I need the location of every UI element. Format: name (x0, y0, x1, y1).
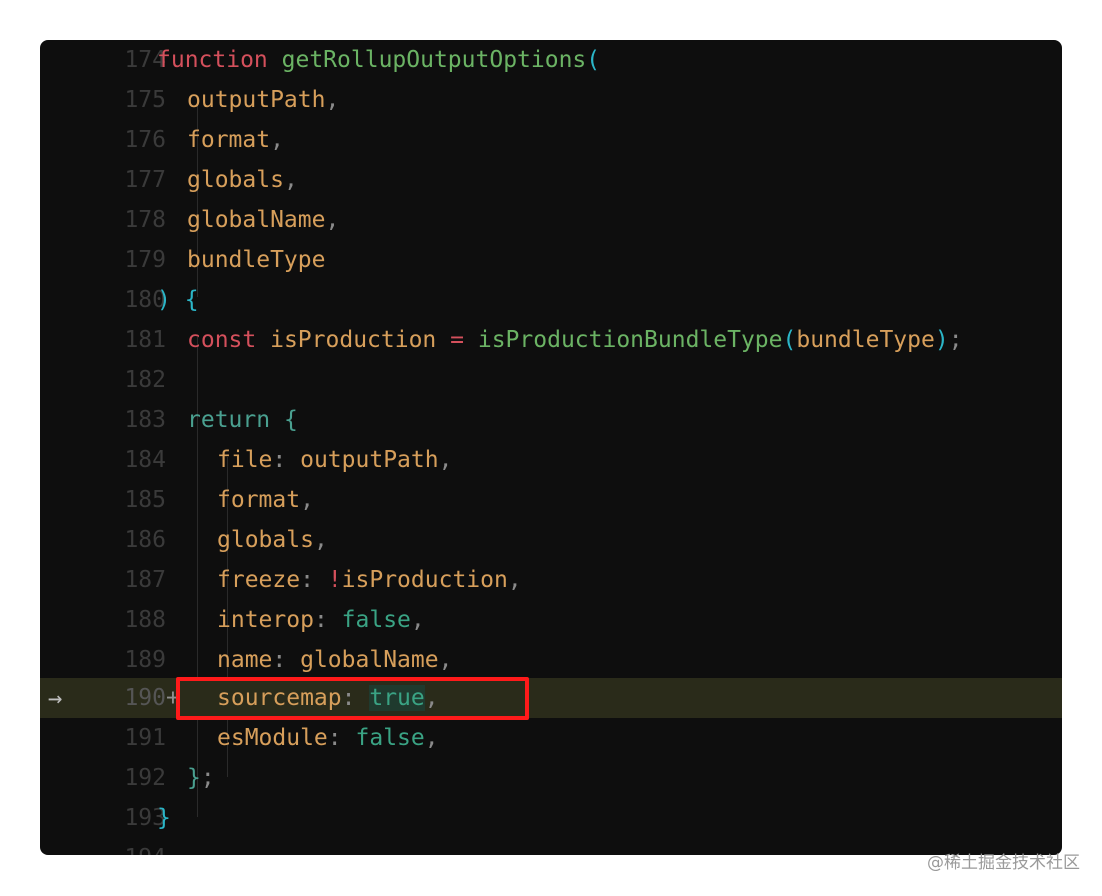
code-editor[interactable]: 174 function getRollupOutputOptions( 175… (40, 40, 1062, 855)
line-code: } (157, 805, 171, 831)
line-number: 193 (124, 805, 166, 831)
line-number: 175 (124, 87, 166, 113)
line-number: 177 (124, 167, 166, 193)
code-line[interactable]: 179 bundleType (40, 240, 1062, 280)
line-number: 191 (124, 725, 166, 751)
line-code: name: globalName, (217, 647, 453, 673)
line-code: return { (187, 407, 298, 433)
code-line[interactable]: 193 } (40, 798, 1062, 838)
line-number: 188 (124, 607, 166, 633)
code-line[interactable]: 185 format, (40, 480, 1062, 520)
line-code: globalName, (187, 207, 340, 233)
line-code: bundleType (187, 247, 326, 273)
line-number: 186 (124, 527, 166, 553)
code-line[interactable]: 194 (40, 838, 1062, 855)
code-line[interactable]: 186 globals, (40, 520, 1062, 560)
line-code: const isProduction = isProductionBundleT… (187, 327, 963, 353)
line-number: 178 (124, 207, 166, 233)
line-number: 176 (124, 127, 166, 153)
line-code: format, (187, 127, 284, 153)
code-line[interactable]: 177 globals, (40, 160, 1062, 200)
line-number: 185 (124, 487, 166, 513)
line-code: }; (187, 765, 215, 791)
code-line[interactable]: 182 (40, 360, 1062, 400)
watermark: @稀土掘金技术社区 (927, 853, 1080, 873)
code-line[interactable]: 187 freeze: !isProduction, (40, 560, 1062, 600)
line-number: 174 (124, 47, 166, 73)
line-number: 189 (124, 647, 166, 673)
code-line[interactable]: 176 format, (40, 120, 1062, 160)
code-line[interactable]: 178 globalName, (40, 200, 1062, 240)
line-code: interop: false, (217, 607, 425, 633)
line-code: globals, (217, 527, 328, 553)
line-number: 192 (124, 765, 166, 791)
code-line[interactable]: 188 interop: false, (40, 600, 1062, 640)
line-code: format, (217, 487, 314, 513)
arrow-right-icon: → (48, 684, 63, 712)
line-code: outputPath, (187, 87, 340, 113)
line-code: ) { (157, 287, 199, 313)
highlight-box (176, 677, 529, 720)
line-code: function getRollupOutputOptions( (157, 47, 601, 73)
code-line[interactable]: 180 ) { (40, 280, 1062, 320)
code-line[interactable]: 174 function getRollupOutputOptions( (40, 40, 1062, 80)
line-number: 182 (124, 367, 166, 393)
line-number: 190 (124, 685, 166, 711)
line-number: 181 (124, 327, 166, 353)
line-number: 187 (124, 567, 166, 593)
line-number: 179 (124, 247, 166, 273)
code-line[interactable]: 189 name: globalName, (40, 640, 1062, 680)
code-line[interactable]: 184 file: outputPath, (40, 440, 1062, 480)
line-number: 180 (124, 287, 166, 313)
line-code: globals, (187, 167, 298, 193)
code-line[interactable]: 191 esModule: false, (40, 718, 1062, 758)
line-code: esModule: false, (217, 725, 439, 751)
code-line[interactable]: 192 }; (40, 758, 1062, 798)
line-number: 183 (124, 407, 166, 433)
code-line[interactable]: 175 outputPath, (40, 80, 1062, 120)
line-code: file: outputPath, (217, 447, 453, 473)
code-line[interactable]: 181 const isProduction = isProductionBun… (40, 320, 1062, 360)
line-number: 184 (124, 447, 166, 473)
line-code: freeze: !isProduction, (217, 567, 522, 593)
code-line[interactable]: 183 return { (40, 400, 1062, 440)
line-number: 194 (80, 838, 166, 855)
